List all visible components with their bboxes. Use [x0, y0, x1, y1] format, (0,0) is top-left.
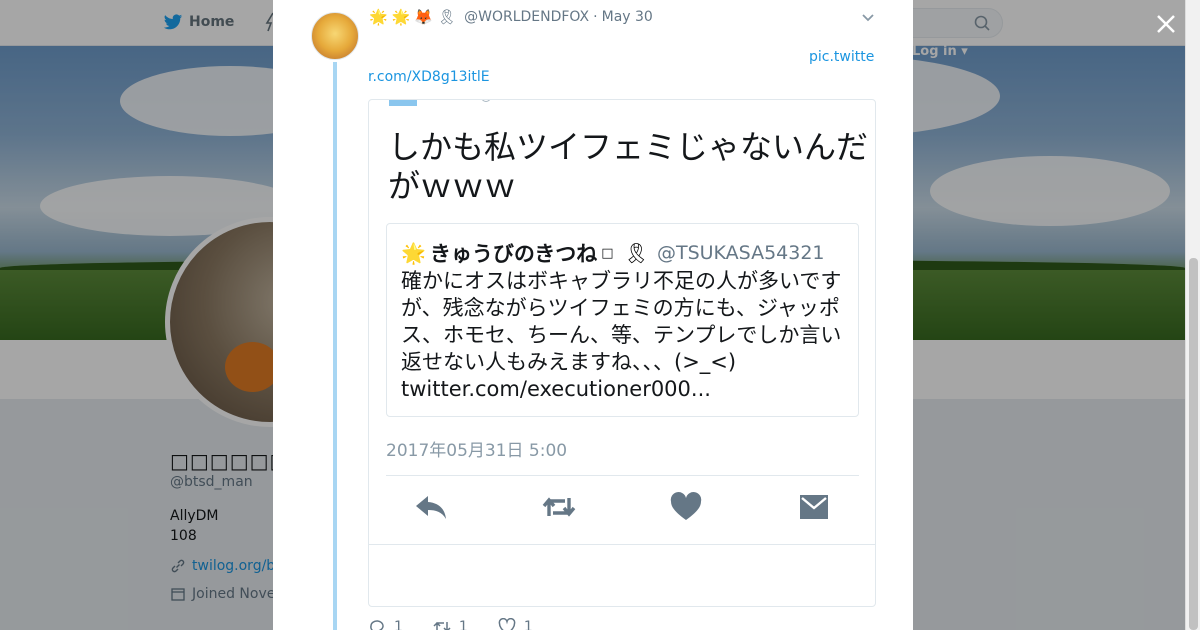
- screenshot-timestamp: 2017年05月31日 5:00: [386, 441, 568, 461]
- fox-emoji: 🦊: [414, 8, 434, 26]
- tweet-author-avatar[interactable]: [311, 12, 359, 60]
- cropped-logo: [389, 100, 417, 106]
- tweet-header: 🌟 🌟 🦊 🎗 @WORLDENDFOX · May 30: [369, 8, 653, 26]
- message-icon: [799, 495, 828, 519]
- quoted-name-suffix: □: [601, 245, 614, 261]
- pic-link-part1[interactable]: pic.twitte: [809, 49, 874, 65]
- retweet-button[interactable]: 1: [433, 618, 468, 630]
- screenshot-main-text: しかも私ツイフェミじゃないんだがｗｗｗ: [388, 128, 869, 205]
- ribbon-emoji: 🎗: [623, 241, 649, 265]
- like-count: 1: [523, 619, 533, 630]
- star-emoji: 🌟: [369, 8, 388, 26]
- tweet-modal: 🌟 🌟 🦊 🎗 @WORLDENDFOX · May 30 pic.twitte…: [273, 0, 913, 630]
- tweet-date[interactable]: May 30: [602, 9, 653, 25]
- page-scrollbar[interactable]: [1185, 0, 1200, 630]
- tweet-author-handle[interactable]: @WORLDENDFOX: [464, 9, 589, 25]
- heart-icon: [671, 492, 702, 520]
- scrollbar-thumb[interactable]: [1189, 258, 1198, 630]
- divider: [369, 544, 875, 545]
- like-button[interactable]: 1: [498, 618, 533, 630]
- chevron-down-icon[interactable]: [860, 10, 876, 26]
- thread-line: [333, 62, 337, 630]
- star-emoji: 🌟: [391, 8, 411, 26]
- quoted-author-name: きゅうびのきつね: [429, 242, 598, 266]
- reply-icon: [416, 496, 446, 519]
- divider: [386, 475, 859, 476]
- quoted-tweet: 🌟 きゅうびのきつね □ 🎗 @TSUKASA54321 確かにオスはボキャブラ…: [386, 223, 859, 417]
- quoted-tweet-header: 🌟 きゅうびのきつね □ 🎗 @TSUKASA54321: [401, 238, 825, 268]
- pic-link-part2[interactable]: r.com/XD8g13itlE: [368, 69, 490, 85]
- cropped-icon: [481, 100, 491, 102]
- quoted-tweet-body: 確かにオスはボキャブラリ不足の人が多いですが、残念ながらツイフェミの方にも、ジャ…: [401, 269, 842, 401]
- ribbon-emoji: 🎗: [437, 8, 457, 26]
- reply-count: 1: [394, 619, 403, 630]
- tweet-action-bar: 1 1 1: [368, 618, 533, 630]
- retweet-icon: [433, 621, 451, 630]
- close-icon[interactable]: [1152, 10, 1180, 38]
- retweet-count: 1: [458, 619, 468, 630]
- heart-icon: [498, 618, 516, 630]
- quoted-author-handle: @TSUKASA54321: [656, 242, 825, 264]
- screenshot-action-bar: [386, 492, 859, 522]
- tweet-media-image[interactable]: しかも私ツイフェミじゃないんだがｗｗｗ 🌟 きゅうびのきつね □ 🎗 @TSUK…: [368, 99, 876, 607]
- retweet-icon: [542, 497, 575, 517]
- reply-bubble-icon: [370, 620, 384, 630]
- reply-button[interactable]: 1: [368, 618, 403, 630]
- separator-dot: ·: [593, 9, 598, 25]
- star-emoji: 🌟: [401, 241, 426, 265]
